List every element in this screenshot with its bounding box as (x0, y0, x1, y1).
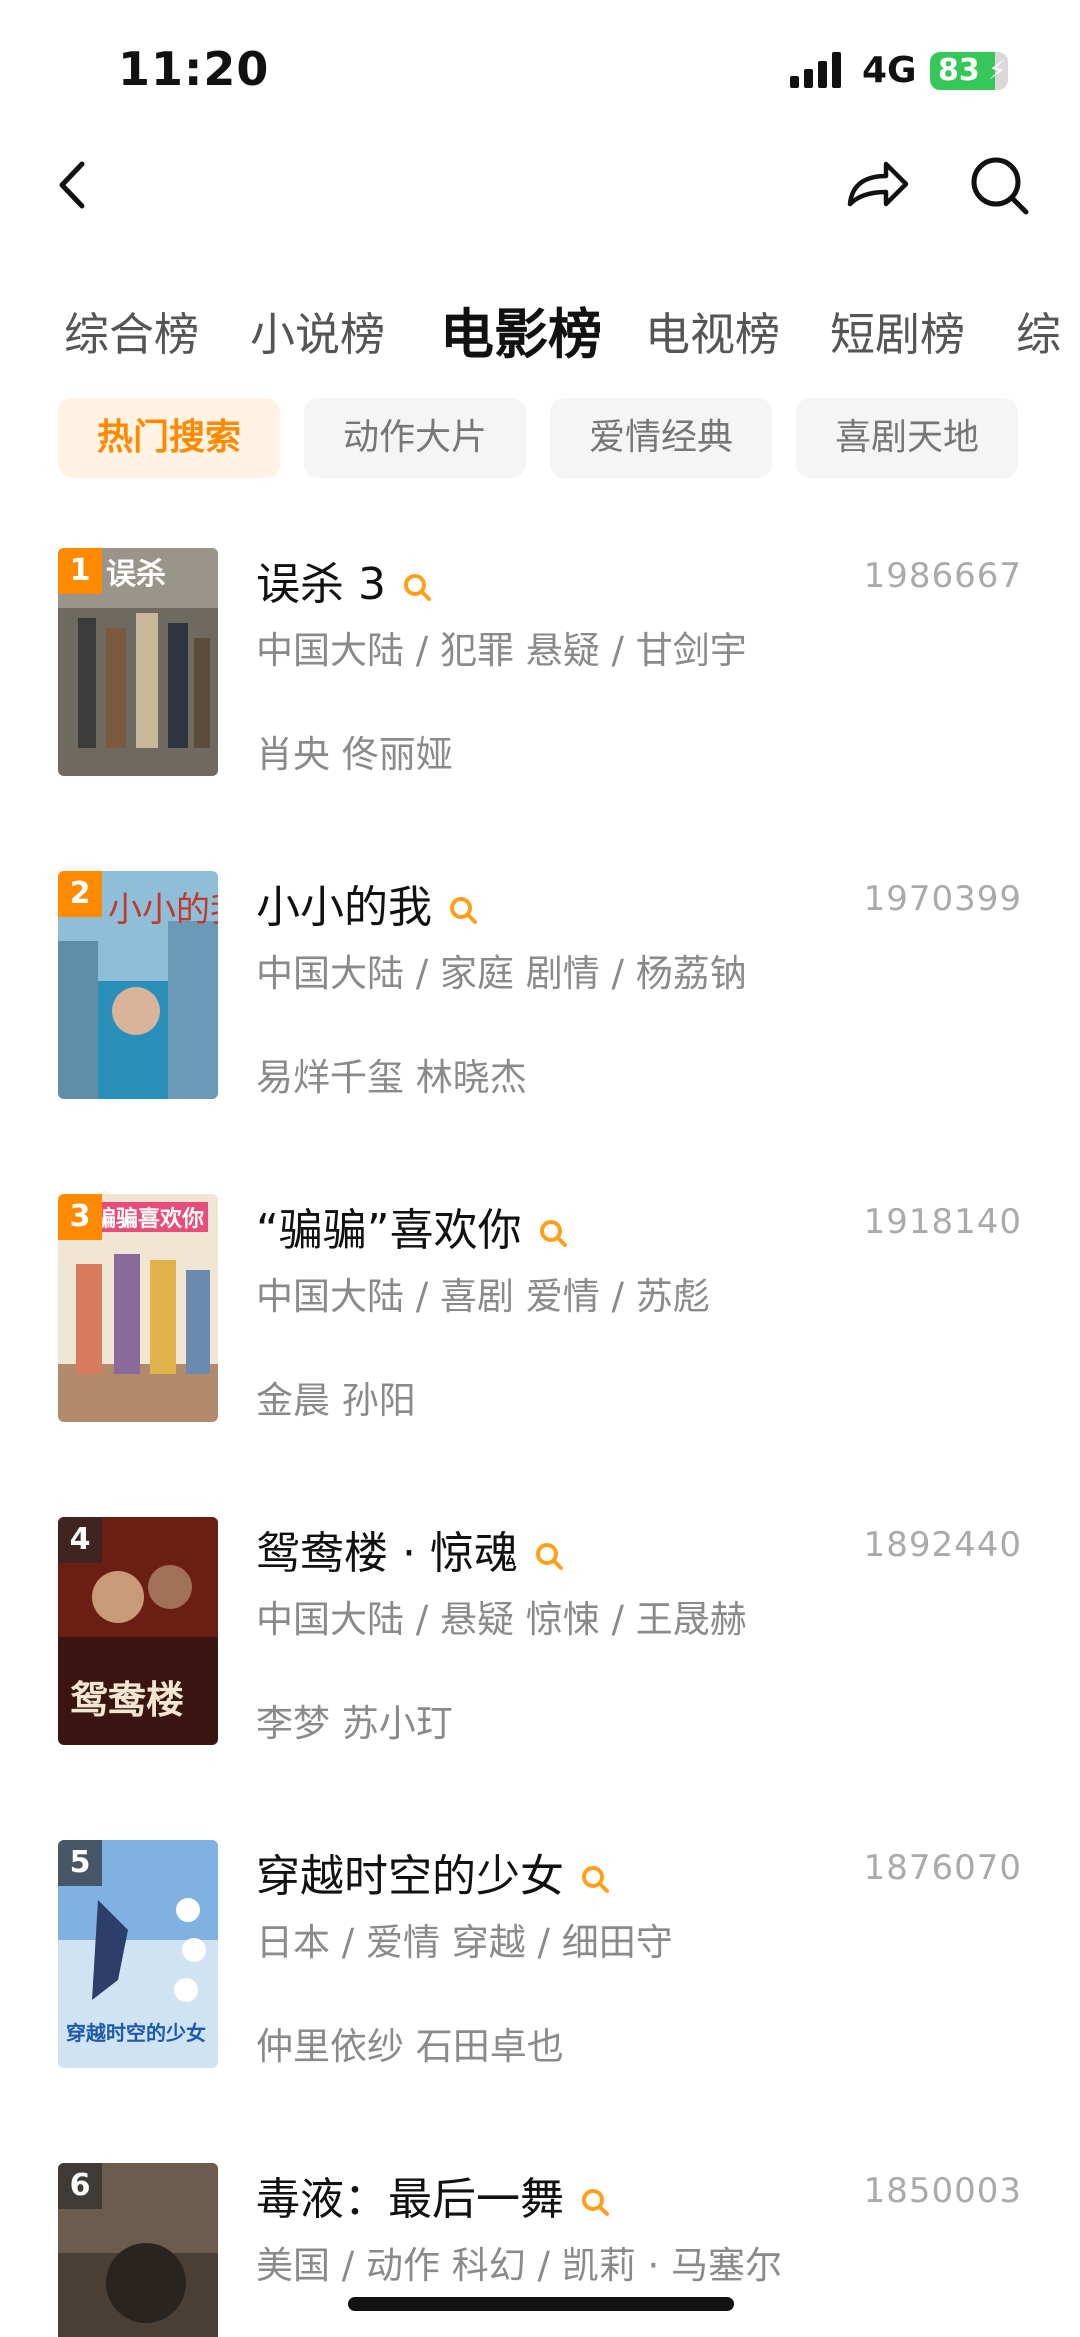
battery-level: 83 (938, 53, 980, 88)
movie-row[interactable]: 穿越时空的少女 5 穿越时空的少女 1876070 日本 / 爱情 穿越 / 细… (0, 1840, 1080, 2070)
svg-text:穿越时空的少女: 穿越时空的少女 (66, 2021, 206, 2045)
rank-badge: 4 (58, 1517, 102, 1563)
chip-action[interactable]: 动作大片 (304, 398, 526, 478)
movie-title-text: 误杀 3 (256, 559, 386, 610)
movie-poster[interactable]: 穿越时空的少女 5 (58, 1840, 218, 2068)
movie-poster[interactable]: 小小的我 2 (58, 871, 218, 1099)
heat-score: 1892440 (863, 1525, 1022, 1565)
movie-title-text: 鸳鸯楼 · 惊魂 (256, 1528, 518, 1579)
nav-bar (0, 140, 1080, 240)
svg-text:骗骗喜欢你: 骗骗喜欢你 (94, 1206, 204, 1232)
search-icon[interactable] (402, 572, 432, 602)
category-tabs: 综合榜 小说榜 电影榜 电视榜 短剧榜 综 (0, 280, 1080, 380)
home-indicator[interactable] (348, 2297, 734, 2311)
movie-title[interactable]: 误杀 3 (256, 548, 432, 612)
movie-title[interactable]: “骗骗”喜欢你 (256, 1194, 568, 1258)
heat-score: 1850003 (863, 2171, 1022, 2211)
tab-overall[interactable]: 综合榜 (64, 298, 199, 363)
svg-text:小小的我: 小小的我 (108, 890, 218, 930)
rank-badge: 3 (58, 1194, 102, 1240)
heat-score: 1970399 (863, 879, 1022, 919)
tab-short-drama[interactable]: 短剧榜 (830, 298, 965, 363)
movie-meta: 日本 / 爱情 穿越 / 细田守 (256, 1921, 673, 1964)
tab-novel[interactable]: 小说榜 (250, 298, 385, 363)
movie-title[interactable]: 毒液：最后一舞 (256, 2163, 610, 2227)
status-time: 11:20 (118, 42, 270, 96)
movie-meta: 中国大陆 / 家庭 剧情 / 杨荔钠 (256, 952, 747, 995)
movie-cast: 金晨 孙阳 (256, 1379, 416, 1422)
heat-score: 1918140 (863, 1202, 1022, 1242)
movie-title[interactable]: 鸳鸯楼 · 惊魂 (256, 1517, 564, 1581)
chip-comedy[interactable]: 喜剧天地 (796, 398, 1018, 478)
signal-icon (790, 52, 841, 88)
status-bar: 11:20 4G 83 ⚡ (0, 0, 1080, 140)
movie-title-text: 小小的我 (256, 882, 432, 933)
movie-title-text: “骗骗”喜欢你 (256, 1205, 522, 1256)
movie-row[interactable]: 骗骗喜欢你 3 “骗骗”喜欢你 1918140 中国大陆 / 喜剧 爱情 / 苏… (0, 1194, 1080, 1424)
chip-hot-search[interactable]: 热门搜索 (58, 398, 280, 478)
movie-meta: 中国大陆 / 悬疑 惊悚 / 王晟赫 (256, 1598, 747, 1641)
network-type: 4G (862, 50, 917, 91)
movie-poster[interactable]: 鸳鸯楼 4 (58, 1517, 218, 1745)
movie-poster[interactable]: 骗骗喜欢你 3 (58, 1194, 218, 1422)
search-icon[interactable] (448, 895, 478, 925)
movie-title-text: 毒液：最后一舞 (256, 2174, 564, 2225)
svg-text:误杀: 误杀 (106, 557, 166, 592)
movie-poster[interactable]: 毒液 6 (58, 2163, 218, 2337)
movie-row[interactable]: 小小的我 2 小小的我 1970399 中国大陆 / 家庭 剧情 / 杨荔钠 易… (0, 871, 1080, 1101)
movie-row[interactable]: 误杀 1 误杀 3 1986667 中国大陆 / 犯罪 悬疑 / 甘剑宇 肖央 … (0, 548, 1080, 778)
svg-text:鸳鸯楼: 鸳鸯楼 (70, 1677, 184, 1722)
movie-meta: 美国 / 动作 科幻 / 凯莉 · 马塞尔 (256, 2244, 783, 2287)
search-icon[interactable] (580, 2187, 610, 2217)
movie-title-text: 穿越时空的少女 (256, 1851, 564, 1902)
movie-cast: 李梦 苏小玎 (256, 1702, 453, 1745)
tab-movie[interactable]: 电影榜 (440, 290, 602, 369)
charging-bolt-icon: ⚡ (988, 56, 1007, 86)
movie-title[interactable]: 小小的我 (256, 871, 478, 935)
rank-badge: 6 (58, 2163, 102, 2209)
heat-score: 1986667 (863, 556, 1022, 596)
movie-meta: 中国大陆 / 犯罪 悬疑 / 甘剑宇 (256, 629, 747, 672)
back-button[interactable] (44, 150, 104, 220)
search-icon[interactable] (534, 1541, 564, 1571)
filter-chips: 热门搜索 动作大片 爱情经典 喜剧天地 (0, 398, 1080, 478)
tab-tv[interactable]: 电视榜 (645, 298, 780, 363)
movie-row[interactable]: 鸳鸯楼 4 鸳鸯楼 · 惊魂 1892440 中国大陆 / 悬疑 惊悚 / 王晟… (0, 1517, 1080, 1747)
movie-poster[interactable]: 误杀 1 (58, 548, 218, 776)
chip-romance[interactable]: 爱情经典 (550, 398, 772, 478)
movie-title[interactable]: 穿越时空的少女 (256, 1840, 610, 1904)
rank-badge: 1 (58, 548, 102, 594)
search-button[interactable] (964, 150, 1036, 220)
tab-variety[interactable]: 综 (1016, 298, 1061, 363)
rank-badge: 5 (58, 1840, 102, 1886)
battery-icon: 83 ⚡ (930, 52, 1008, 90)
search-icon[interactable] (538, 1218, 568, 1248)
movie-cast: 仲里依纱 石田卓也 (256, 2025, 564, 2068)
movie-cast: 肖央 佟丽娅 (256, 733, 453, 776)
rank-badge: 2 (58, 871, 102, 917)
heat-score: 1876070 (863, 1848, 1022, 1888)
search-icon[interactable] (580, 1864, 610, 1894)
share-button[interactable] (836, 150, 916, 220)
movie-cast: 易烊千玺 林晓杰 (256, 1056, 527, 1099)
movie-meta: 中国大陆 / 喜剧 爱情 / 苏彪 (256, 1275, 710, 1318)
